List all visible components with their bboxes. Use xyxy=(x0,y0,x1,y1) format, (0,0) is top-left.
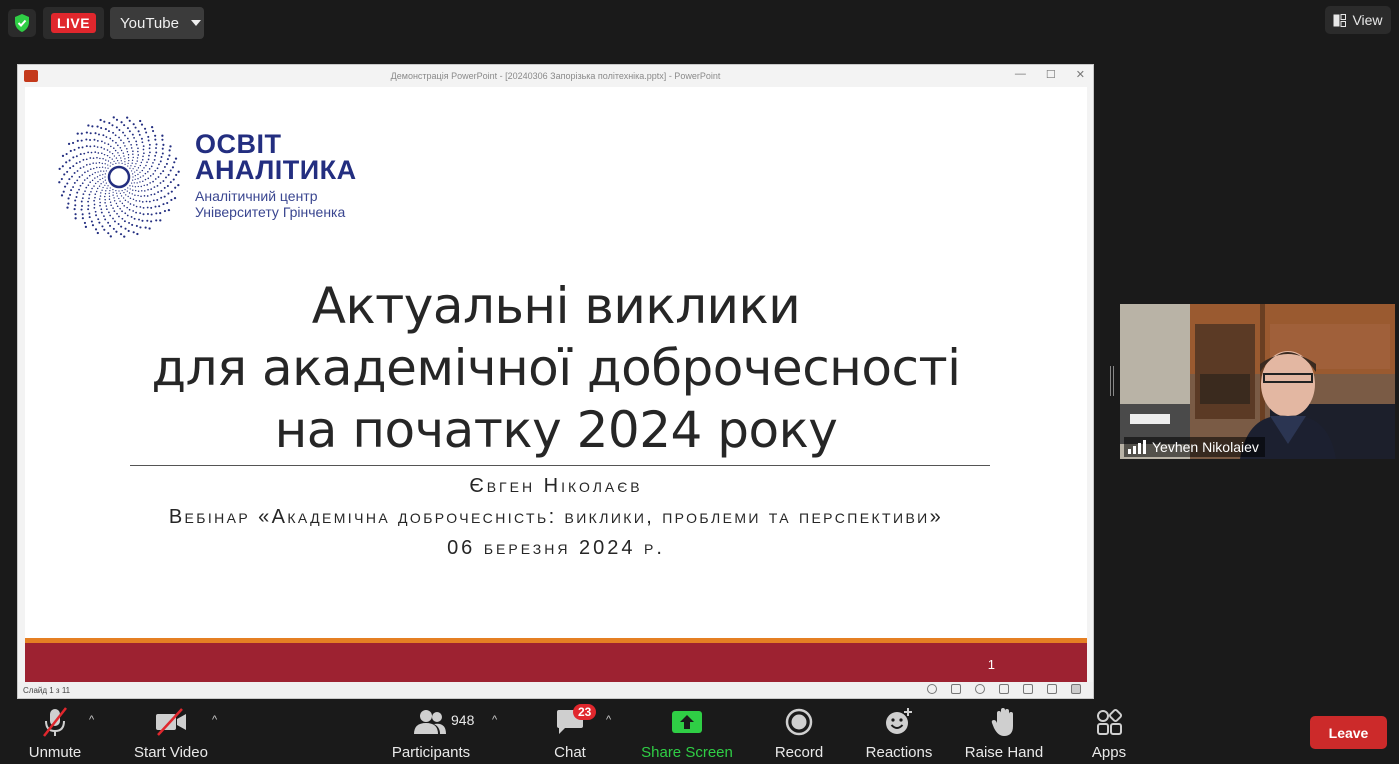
apps-label: Apps xyxy=(1091,744,1127,761)
apps-icon xyxy=(1097,708,1123,735)
share-screen-button[interactable]: Share Screen xyxy=(638,706,736,761)
minimize-icon[interactable]: — xyxy=(1015,68,1026,81)
panel-resize-handle[interactable] xyxy=(1110,366,1114,396)
slide-canvas: ОСВІТ АНАЛІТИКА Аналітичний центр Універ… xyxy=(25,87,1087,684)
slide-title: Актуальні виклики для академічної доброч… xyxy=(25,275,1087,461)
brand-line1: ОСВІТ xyxy=(195,129,282,159)
slide-footer-band: 1 xyxy=(25,643,1087,684)
participant-name-label: Yevhen Nikolaiev xyxy=(1124,437,1265,457)
participant-video-tile[interactable]: Yevhen Nikolaiev xyxy=(1120,304,1395,459)
security-shield-icon[interactable] xyxy=(8,9,36,37)
record-label: Record xyxy=(774,744,824,761)
reactions-label: Reactions xyxy=(865,744,933,761)
chat-label: Chat xyxy=(554,744,586,761)
brand-line3: Аналітичний центр xyxy=(195,188,318,204)
leave-button[interactable]: Leave xyxy=(1310,716,1387,749)
share-screen-label: Share Screen xyxy=(641,744,733,761)
audio-options-caret[interactable]: ^ xyxy=(89,714,94,726)
participants-count: 948 xyxy=(451,712,475,728)
raise-hand-icon xyxy=(991,708,1013,736)
stream-target-dropdown[interactable]: YouTube xyxy=(110,7,204,39)
stream-target-label: YouTube xyxy=(120,14,179,32)
start-video-label: Start Video xyxy=(134,744,208,761)
chevron-down-icon xyxy=(190,20,201,26)
slideshow-view-icon[interactable] xyxy=(1071,684,1081,694)
participant-video-feed xyxy=(1120,304,1395,459)
participants-options-caret[interactable]: ^ xyxy=(492,714,497,726)
share-screen-icon xyxy=(672,711,702,733)
shield-icon xyxy=(15,14,29,32)
title-divider xyxy=(130,465,990,466)
next-slide-icon[interactable] xyxy=(975,684,985,694)
prev-slide-icon[interactable] xyxy=(927,684,937,694)
reading-view-icon[interactable] xyxy=(1047,684,1057,694)
live-badge: LIVE xyxy=(50,13,97,33)
chat-unread-badge: 23 xyxy=(573,704,597,720)
reactions-icon xyxy=(886,708,912,734)
participant-name: Yevhen Nikolaiev xyxy=(1152,439,1259,455)
view-label: View xyxy=(1352,12,1383,28)
shared-screen-powerpoint: Демонстрація PowerPoint - [20240306 Запо… xyxy=(17,64,1094,699)
video-options-caret[interactable]: ^ xyxy=(212,714,217,726)
start-video-button[interactable]: Start Video xyxy=(126,706,216,761)
slide-number: 1 xyxy=(987,657,995,672)
slide-author: Євген Ніколаєв xyxy=(469,475,643,497)
slide-counter: Слайд 1 з 11 xyxy=(23,685,71,695)
brand-line4: Університету Грінченка xyxy=(195,204,346,220)
live-status-button[interactable]: LIVE xyxy=(43,7,104,39)
chat-options-caret[interactable]: ^ xyxy=(606,714,611,726)
video-off-icon xyxy=(156,708,186,736)
slide-title-line1: Актуальні виклики xyxy=(311,277,801,335)
maximize-icon[interactable]: ☐ xyxy=(1046,68,1056,81)
window-controls: — ☐ ✕ xyxy=(1015,68,1085,81)
raise-hand-label: Raise Hand xyxy=(964,744,1044,761)
menu-icon[interactable] xyxy=(951,684,961,694)
signal-strength-icon xyxy=(1128,440,1146,454)
participants-icon xyxy=(414,710,446,734)
normal-view-icon[interactable] xyxy=(999,684,1009,694)
reactions-button[interactable]: Reactions xyxy=(862,706,936,761)
raise-hand-button[interactable]: Raise Hand xyxy=(962,706,1046,761)
slide-event: Вебінар «Академічна доброчесність: викли… xyxy=(168,506,944,528)
ppt-titlebar: Демонстрація PowerPoint - [20240306 Запо… xyxy=(18,65,1093,86)
ppt-statusbar: Слайд 1 з 11 xyxy=(18,682,1093,698)
brand-line2: АНАЛІТИКА xyxy=(195,155,357,185)
slide-title-line3: на початку 2024 року xyxy=(274,401,838,459)
slide-date: 06 березня 2024 р. xyxy=(447,537,665,559)
apps-button[interactable]: Apps xyxy=(1080,706,1138,761)
ppt-window-title: Демонстрація PowerPoint - [20240306 Запо… xyxy=(390,70,721,81)
slide-sorter-icon[interactable] xyxy=(1023,684,1033,694)
mic-muted-icon xyxy=(43,707,67,737)
view-layout-icon xyxy=(1333,13,1347,27)
record-button[interactable]: Record xyxy=(768,706,830,761)
view-menu-button[interactable]: View xyxy=(1325,6,1391,34)
unmute-button[interactable]: Unmute xyxy=(16,706,94,761)
participants-label: Participants xyxy=(391,744,471,761)
close-icon[interactable]: ✕ xyxy=(1076,68,1085,81)
record-icon xyxy=(785,708,813,736)
unmute-label: Unmute xyxy=(28,744,82,761)
status-view-buttons xyxy=(927,684,1081,694)
brand-block: ОСВІТ АНАЛІТИКА Аналітичний центр Універ… xyxy=(195,129,357,221)
osvit-analityka-logo-icon xyxy=(58,116,180,238)
slide-title-line2: для академічної доброчесності xyxy=(151,339,961,397)
